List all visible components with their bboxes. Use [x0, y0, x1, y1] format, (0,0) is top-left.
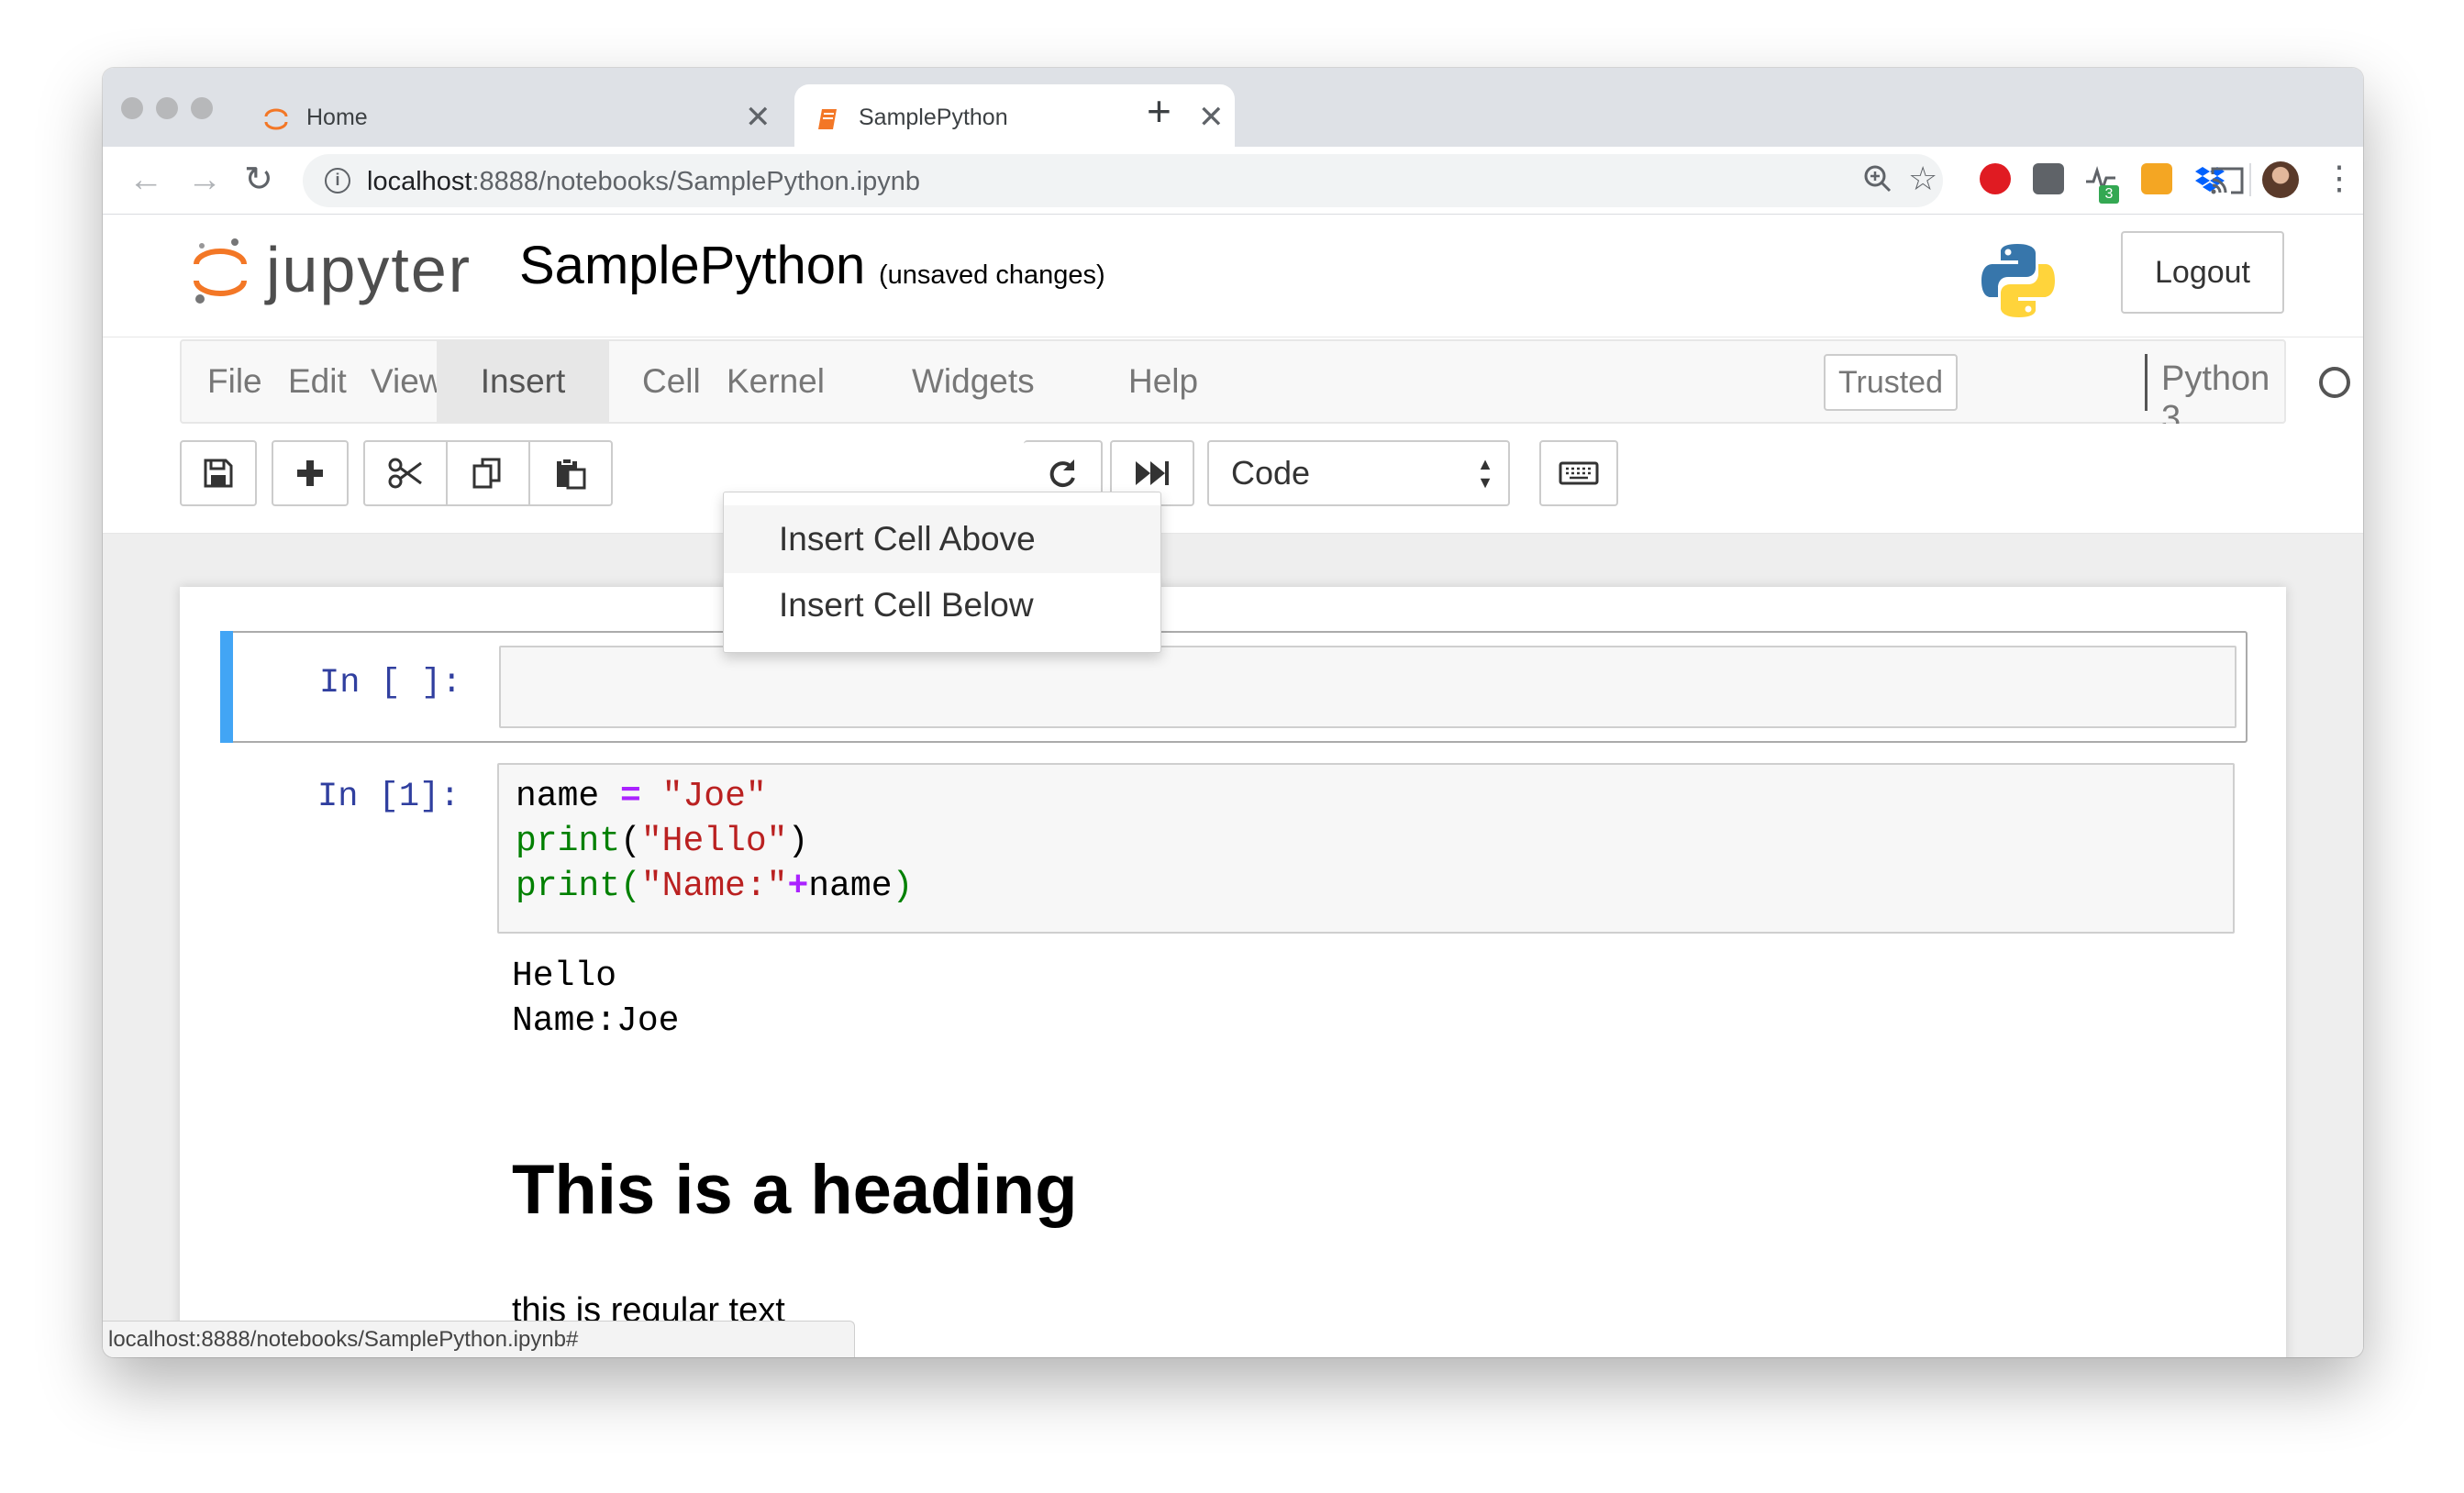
kernel-separator: [2145, 354, 2148, 411]
back-arrow-icon[interactable]: ←: [128, 160, 163, 200]
notebook-toolbar: Code ▲ ▼: [103, 424, 2363, 534]
code-cell-empty[interactable]: In [ ]:: [220, 631, 2248, 743]
zoom-icon[interactable]: [1862, 163, 1893, 194]
save-icon: [204, 459, 233, 488]
menu-help[interactable]: Help: [1103, 341, 1224, 422]
close-window-button[interactable]: [121, 97, 143, 119]
paste-button[interactable]: [528, 440, 613, 506]
address-bar-row: ← → ↻ i localhost:8888/notebooks/SampleP…: [103, 147, 2363, 215]
copy-button[interactable]: [446, 440, 530, 506]
cell-type-select[interactable]: Code ▲ ▼: [1207, 440, 1510, 506]
keyboard-icon: [1559, 461, 1599, 485]
notebook-name[interactable]: SamplePython: [519, 235, 865, 296]
reload-icon[interactable]: ↻: [244, 160, 273, 200]
save-button[interactable]: [180, 440, 257, 506]
tab-home[interactable]: Home ✕: [240, 84, 780, 147]
notebook-area: In [ ]: In [1]: name = "Joe" print("Hell…: [103, 534, 2363, 1357]
minimize-window-button[interactable]: [156, 97, 178, 119]
output-line: Name:Joe: [512, 1001, 680, 1041]
cell-input-empty[interactable]: [499, 646, 2236, 728]
cell-type-value: Code: [1231, 454, 1311, 492]
cell-prompt: In [1]:: [317, 778, 461, 816]
add-cell-button[interactable]: [272, 440, 349, 506]
output-line: Hello: [512, 957, 617, 996]
url-host: localhost: [367, 167, 472, 196]
notebook-favicon-icon: [818, 109, 837, 129]
extension-badge: 3: [2099, 185, 2119, 204]
menu-kernel[interactable]: Kernel: [701, 341, 850, 422]
selected-cell-indicator: [220, 631, 233, 743]
lightbulb-extension-icon[interactable]: [2033, 163, 2064, 194]
notebook-menubar: File Edit View Insert Cell Kernel Widget…: [180, 339, 2350, 437]
opera-extension-icon[interactable]: [1980, 163, 2011, 194]
jupyter-logo-text[interactable]: jupyter: [266, 233, 472, 306]
url-text: localhost:8888/notebooks/SamplePython.ip…: [367, 167, 920, 197]
code-text: name = "Joe" print("Hello") print("Name:…: [516, 777, 914, 906]
url-path: :8888/notebooks/SamplePython.ipynb: [472, 167, 920, 196]
tab-strip: Home ✕ SamplePython ✕ +: [103, 68, 2363, 147]
profile-avatar[interactable]: [2262, 161, 2299, 198]
menu-insert-cell-above[interactable]: Insert Cell Above: [724, 505, 1160, 573]
cell-input-code[interactable]: name = "Joe" print("Hello") print("Name:…: [497, 763, 2235, 934]
markdown-heading[interactable]: This is a heading: [512, 1150, 1078, 1230]
cast-icon[interactable]: [2209, 165, 2246, 196]
jupyter-header: jupyter SamplePython (unsaved changes) L…: [103, 215, 2363, 337]
status-link-preview: localhost:8888/notebooks/SamplePython.ip…: [103, 1321, 855, 1357]
menu-widgets[interactable]: Widgets: [886, 341, 1060, 422]
star-extension-icon[interactable]: [2141, 163, 2172, 194]
browser-window: Home ✕ SamplePython ✕ + ← → ↻ i localhos…: [103, 68, 2363, 1357]
jupyter-favicon-icon: [264, 108, 288, 130]
command-palette-button[interactable]: [1539, 440, 1618, 506]
cell-output: Hello Name:Joe: [512, 954, 679, 1044]
tab-home-title: Home: [306, 105, 368, 130]
bookmark-star-icon[interactable]: ☆: [1908, 160, 1937, 198]
save-status: (unsaved changes): [879, 260, 1105, 290]
browser-menu-icon[interactable]: ⋮: [2323, 160, 2356, 196]
new-tab-button[interactable]: +: [1147, 86, 1171, 136]
cell-prompt: In [ ]:: [319, 664, 462, 702]
menu-insert[interactable]: Insert: [437, 341, 609, 422]
notebook-container: In [ ]: In [1]: name = "Joe" print("Hell…: [180, 587, 2286, 1357]
trusted-indicator[interactable]: Trusted: [1824, 354, 1959, 411]
jupyter-logo-icon[interactable]: [191, 233, 250, 306]
tab-samplepython-title: SamplePython: [859, 105, 1008, 130]
tab-samplepython-close-icon[interactable]: ✕: [1198, 99, 1225, 136]
url-field[interactable]: i localhost:8888/notebooks/SamplePython.…: [303, 154, 1943, 207]
toolbar-separator: [2249, 163, 2251, 196]
tab-home-close-icon[interactable]: ✕: [745, 99, 771, 136]
paste-icon: [557, 458, 586, 490]
scissors-icon: [388, 458, 422, 489]
menu-insert-cell-below[interactable]: Insert Cell Below: [724, 571, 1160, 639]
python-logo-icon: [1981, 244, 2055, 317]
logout-button[interactable]: Logout: [2121, 231, 2284, 314]
plus-icon: [297, 460, 323, 486]
forward-arrow-icon[interactable]: →: [187, 160, 222, 200]
kernel-idle-indicator: [2319, 367, 2350, 398]
cut-button[interactable]: [363, 440, 448, 506]
zoom-window-button[interactable]: [191, 97, 213, 119]
restart-icon: [1049, 459, 1075, 488]
site-info-icon[interactable]: i: [325, 168, 350, 194]
select-arrows-icon: ▲ ▼: [1477, 455, 1493, 492]
copy-icon: [472, 458, 501, 489]
insert-menu-dropdown: Insert Cell Above Insert Cell Below: [723, 492, 1161, 653]
fast-forward-icon: [1136, 461, 1169, 485]
